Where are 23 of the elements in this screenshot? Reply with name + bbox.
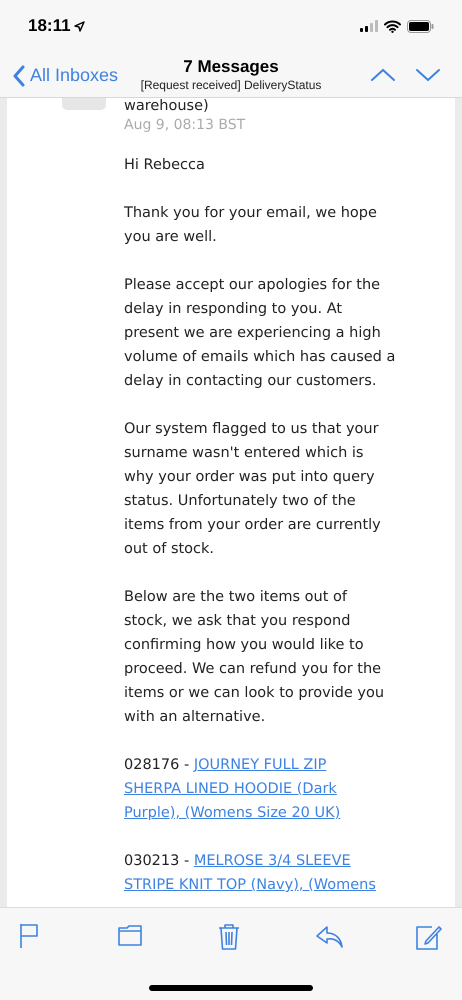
back-chevron-icon bbox=[13, 64, 25, 86]
status-time: 18:11 bbox=[28, 15, 71, 38]
item-code: 030213 - bbox=[124, 852, 190, 871]
body-paragraph: Hi Rebecca bbox=[124, 156, 205, 175]
thread-subject: [Request received] DeliveryStatus bbox=[140, 78, 322, 93]
product-link[interactable]: MELROSE 3/4 SLEEVE bbox=[194, 849, 351, 873]
item-code: 028176 - bbox=[124, 756, 190, 775]
wifi-icon bbox=[384, 20, 401, 32]
product-link[interactable]: STRIPE KNIT TOP (Navy), (Womens bbox=[124, 873, 376, 897]
product-link[interactable]: JOURNEY FULL ZIP bbox=[194, 753, 326, 777]
thread-title: 7 Messages bbox=[183, 56, 279, 78]
battery-icon bbox=[407, 20, 434, 32]
product-link[interactable]: SHERPA LINED HOODIE (Dark bbox=[124, 777, 337, 801]
body-paragraph: Below are the two items out of stock, we ask that you respond confirming how you would like to proceed. We can refund you for the items or we can look to provide you with an alternative. bbox=[124, 588, 384, 727]
body-paragraph: Thank you for your email, we hope you are well. bbox=[124, 204, 377, 247]
sender-name: warehouse) bbox=[124, 98, 209, 115]
back-button[interactable]: All Inboxes bbox=[13, 62, 118, 89]
body-paragraph: Our system flagged to us that your surname wasn't entered which is why your order was put into query status. Unfortunately two of the items from your order are currently out of stock. bbox=[124, 420, 381, 559]
body-paragraph: Please accept our apologies for the delay in responding to you. At present we are experiencing a high volume of emails which has caused a delay in contacting our customers. bbox=[124, 276, 396, 391]
message-date: Aug 9, 08:13 BST bbox=[124, 116, 246, 135]
location-arrow-icon bbox=[74, 20, 85, 32]
product-link[interactable]: Purple), (Womens Size 20 UK) bbox=[124, 801, 340, 825]
signal-icon bbox=[360, 20, 378, 32]
